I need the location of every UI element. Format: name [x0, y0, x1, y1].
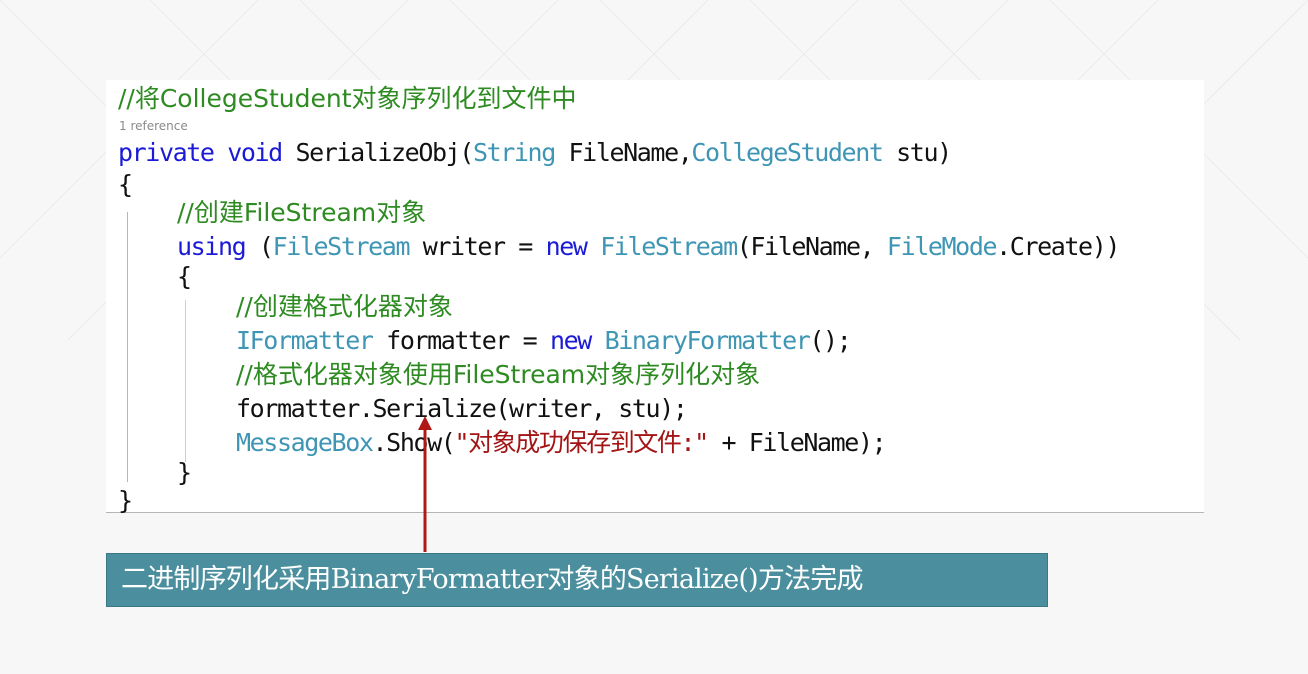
arrow-head	[418, 416, 432, 430]
caption-box: 二进制序列化采用BinaryFormatter对象的Serialize()方法完…	[106, 553, 1048, 607]
